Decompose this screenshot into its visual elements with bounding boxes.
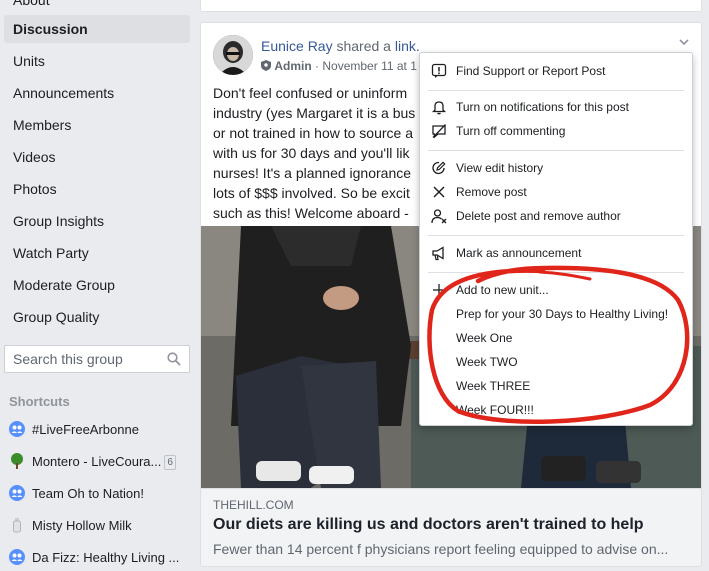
menu-item-remove-post[interactable]: Remove post	[420, 181, 692, 203]
menu-item-unit[interactable]: Week One	[420, 327, 692, 349]
menu-divider	[428, 90, 684, 91]
link-domain: THEHILL.COM	[213, 498, 294, 512]
edit-history-icon	[431, 160, 447, 183]
group-sidebar: About Discussion Units Announcements Mem…	[0, 0, 200, 571]
shortcut-item[interactable]: Montero - LiveCoura... 6	[9, 452, 189, 472]
shortcut-item[interactable]: Da Fizz: Healthy Living ...	[9, 548, 189, 568]
meta-separator: ·	[315, 59, 320, 73]
admin-shield-icon	[261, 60, 271, 71]
shortcut-label: Montero - LiveCoura...	[32, 454, 162, 469]
author-name[interactable]: Eunice Ray	[261, 38, 333, 54]
menu-item-unit[interactable]: Week THREE	[420, 375, 692, 397]
shortcut-item[interactable]: Team Oh to Nation!	[9, 484, 189, 504]
menu-item-label: View edit history	[456, 161, 544, 175]
post-text-line: industry (yes Margaret it is a bus	[213, 105, 416, 121]
menu-item-unit[interactable]: Prep for your 30 Days to Healthy Living!	[420, 303, 692, 325]
sidebar-item-announcements[interactable]: Announcements	[4, 79, 190, 107]
group-icon	[9, 485, 25, 501]
menu-item-label: Mark as announcement	[456, 246, 582, 260]
sidebar-item-group-insights[interactable]: Group Insights	[4, 207, 190, 235]
post-options-menu: Find Support or Report Post Turn on noti…	[419, 52, 693, 426]
tree-icon	[9, 453, 25, 469]
menu-item-label: Add to new unit...	[456, 283, 549, 297]
menu-item-label: Week TWO	[456, 355, 518, 369]
menu-item-label: Delete post and remove author	[456, 209, 621, 223]
bottle-icon	[9, 517, 25, 533]
menu-item-notifications[interactable]: Turn on notifications for this post	[420, 96, 692, 118]
previous-post-card	[200, 0, 702, 12]
search-icon[interactable]	[167, 352, 181, 371]
group-search	[4, 345, 190, 373]
menu-item-label: Week FOUR!!!	[456, 403, 534, 417]
shortcut-label: Misty Hollow Milk	[32, 518, 132, 533]
post-text-line: with us for 30 days and you'll lik	[213, 145, 410, 161]
menu-item-view-edit-history[interactable]: View edit history	[420, 157, 692, 179]
menu-divider	[428, 150, 684, 151]
group-icon	[9, 549, 25, 565]
menu-divider	[428, 272, 684, 273]
remove-user-icon	[431, 208, 447, 231]
shortcut-label: Da Fizz: Healthy Living ...	[32, 550, 180, 565]
close-icon	[431, 184, 447, 207]
sidebar-item-videos[interactable]: Videos	[4, 143, 190, 171]
menu-item-add-to-new-unit[interactable]: Add to new unit...	[420, 279, 692, 301]
menu-item-label: Week One	[456, 331, 513, 345]
post-text-line: such as this! Welcome aboard -	[213, 205, 409, 221]
group-icon	[9, 421, 25, 437]
sidebar-item-discussion[interactable]: Discussion	[4, 15, 190, 43]
menu-item-unit[interactable]: Week TWO	[420, 351, 692, 373]
menu-item-label: Turn off commenting	[456, 124, 566, 138]
shortcut-label: #LiveFreeArbonne	[32, 422, 139, 437]
shortcut-item[interactable]: Misty Hollow Milk	[9, 516, 189, 536]
link-title[interactable]: Our diets are killing us and doctors are…	[213, 516, 644, 534]
post-timestamp[interactable]: November 11 at 1	[322, 59, 417, 73]
admin-label: Admin	[274, 59, 312, 73]
link-description: Fewer than 14 percent f physicians repor…	[213, 541, 669, 557]
link-preview[interactable]: THEHILL.COM Our diets are killing us and…	[201, 488, 701, 566]
menu-item-turn-off-commenting[interactable]: Turn off commenting	[420, 120, 692, 142]
sidebar-item-units[interactable]: Units	[4, 47, 190, 75]
search-input[interactable]	[5, 346, 155, 372]
sidebar-item-about[interactable]: About	[4, 0, 190, 14]
post-text-line: nurses! It's a planned ignorance	[213, 165, 412, 181]
post-text-line: Don't feel confused or uninform	[213, 85, 408, 101]
sidebar-item-group-quality[interactable]: Group Quality	[4, 303, 190, 331]
bell-icon	[431, 99, 447, 122]
shortcut-label: Team Oh to Nation!	[32, 486, 144, 501]
comment-off-icon	[431, 123, 447, 146]
megaphone-icon	[431, 245, 447, 268]
shortcut-item[interactable]: #LiveFreeArbonne	[9, 420, 189, 440]
menu-item-label: Remove post	[456, 185, 527, 199]
shortcuts-heading: Shortcuts	[9, 394, 70, 409]
post-meta: Admin · November 11 at 1	[261, 59, 417, 73]
post-text: Don't feel confused or uninform industry…	[213, 83, 423, 223]
menu-item-label: Week THREE	[456, 379, 531, 393]
count-badge: 6	[164, 455, 176, 470]
sidebar-item-members[interactable]: Members	[4, 111, 190, 139]
menu-item-label: Prep for your 30 Days to Healthy Living!	[456, 307, 669, 321]
shared-link[interactable]: link.	[395, 38, 420, 54]
post-header: Eunice Ray shared a link.	[261, 38, 420, 54]
menu-item-delete-and-remove-author[interactable]: Delete post and remove author	[420, 205, 692, 227]
shared-text: shared a	[336, 38, 391, 54]
menu-item-unit[interactable]: Week FOUR!!!	[420, 399, 692, 421]
plus-icon	[431, 282, 447, 305]
menu-item-label: Find Support or Report Post	[456, 64, 606, 78]
post-text-line: or not trained in how to source a	[213, 125, 414, 141]
menu-item-report[interactable]: Find Support or Report Post	[420, 60, 692, 82]
sidebar-item-watch-party[interactable]: Watch Party	[4, 239, 190, 267]
report-icon	[431, 63, 447, 86]
avatar[interactable]	[213, 35, 253, 75]
sidebar-item-photos[interactable]: Photos	[4, 175, 190, 203]
menu-divider	[428, 235, 684, 236]
menu-item-mark-as-announcement[interactable]: Mark as announcement	[420, 242, 692, 264]
post-text-line: lots of $$$ involved. So be excit	[213, 185, 410, 201]
sidebar-item-moderate-group[interactable]: Moderate Group	[4, 271, 190, 299]
menu-item-label: Turn on notifications for this post	[456, 100, 629, 114]
